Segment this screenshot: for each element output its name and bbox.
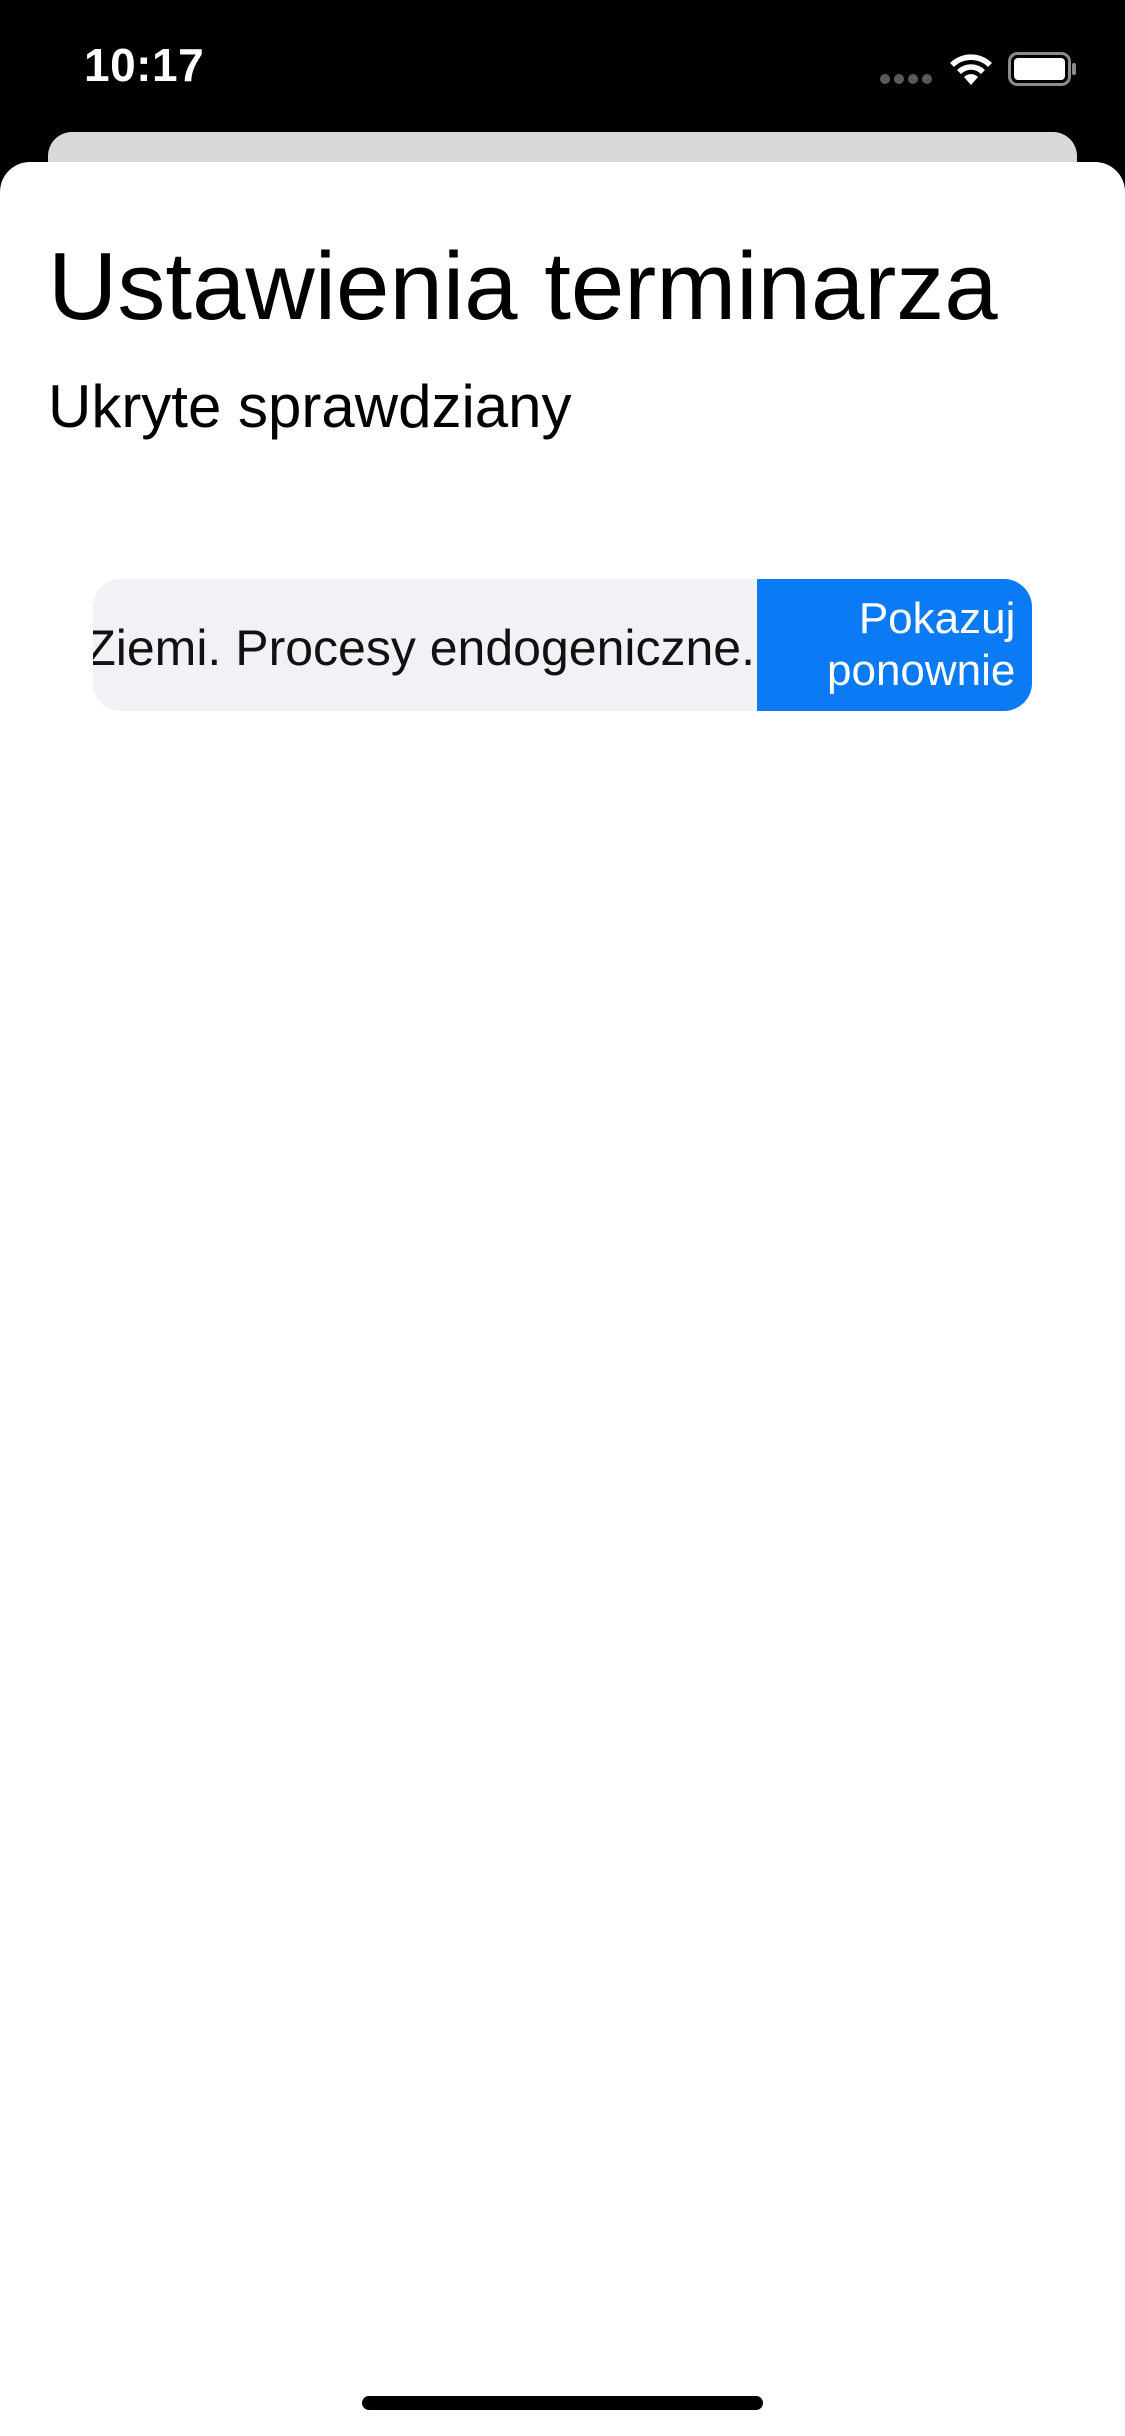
show-again-label-line1: Pokazuj [858, 594, 1016, 643]
section-title: Ukryte sprawdziany [48, 373, 572, 440]
status-time: 10:17 [84, 39, 205, 91]
hidden-test-row[interactable]: Ziemi. Procesy endogeniczne. Pokazuj pon… [93, 579, 1032, 711]
show-again-label-line2: ponownie [827, 646, 1016, 695]
wifi-icon [950, 54, 992, 85]
status-bar: 10:17 [0, 0, 1125, 132]
screen: 10:17 Ustawienia terminarza Ukryte spraw… [0, 0, 1125, 2436]
hidden-test-row-content[interactable]: Ziemi. Procesy endogeniczne. [93, 579, 757, 711]
home-indicator[interactable] [362, 2396, 763, 2410]
hidden-test-label: Ziemi. Procesy endogeniczne. [93, 620, 755, 676]
settings-sheet: Ustawienia terminarza Ukryte sprawdziany… [0, 162, 1125, 2436]
cellular-signal-icon [880, 74, 934, 86]
battery-icon [1008, 52, 1076, 86]
page-title: Ustawienia terminarza [48, 233, 998, 340]
show-again-button[interactable]: Pokazuj ponownie [757, 579, 1032, 711]
show-again-label: Pokazuj ponownie [827, 593, 1015, 697]
